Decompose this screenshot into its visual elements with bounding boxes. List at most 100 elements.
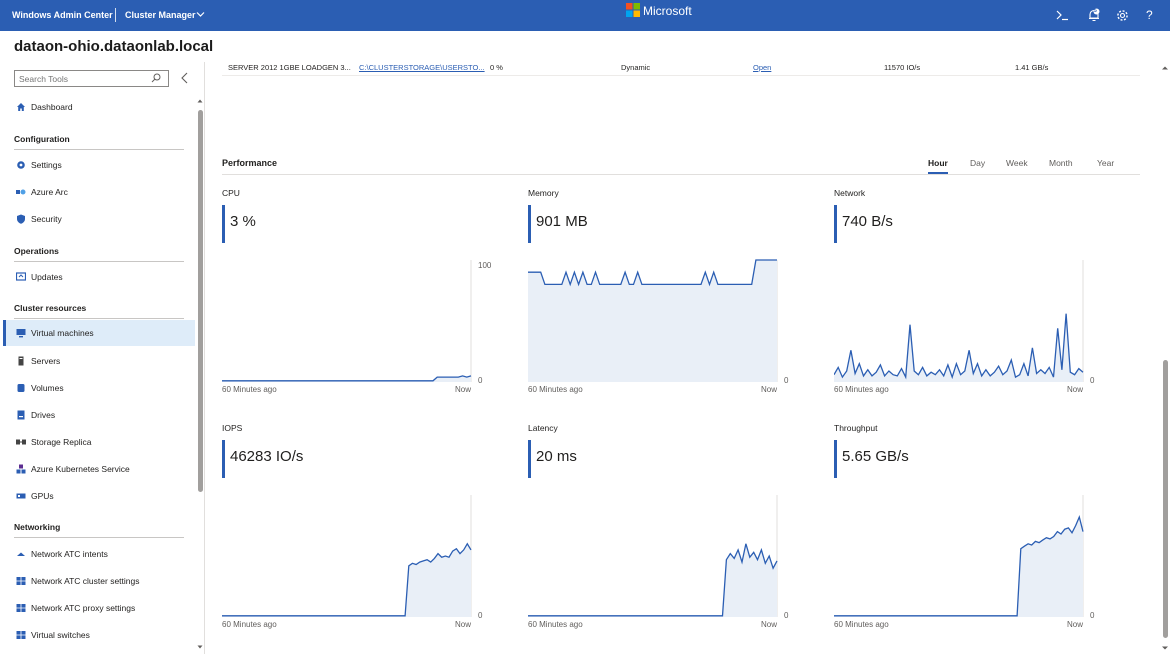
scroll-up-icon[interactable] (197, 98, 203, 104)
vm-path-link[interactable]: C:\CLUSTERSTORAGE\USERSTO... (359, 63, 485, 72)
throughput-chart: 0 (834, 495, 1095, 620)
network-y-min: 0 (1090, 376, 1095, 385)
iops-tile: IOPS 46283 IO/s 0 60 Minutes ago Now (222, 423, 492, 638)
sidebar-item-label: Dashboard (31, 102, 73, 112)
vm-percent-cell: 0 % (490, 63, 503, 72)
server-icon (18, 356, 24, 366)
sidebar-item-gpus[interactable]: GPUs (3, 483, 195, 509)
shield-icon (17, 214, 25, 224)
sidebar-item-label: Network ATC intents (31, 549, 108, 559)
network-intent-icon (17, 552, 25, 556)
sidebar-item-servers[interactable]: Servers (3, 348, 195, 374)
latency-y-min: 0 (784, 611, 789, 620)
sidebar: Dashboard Configuration Settings Azure A… (0, 62, 205, 654)
chevron-down-icon[interactable] (196, 11, 205, 18)
context-switcher[interactable]: Cluster Manager (125, 10, 196, 20)
page-title: dataon-ohio.dataonlab.local (14, 38, 214, 55)
sidebar-item-label: Storage Replica (31, 437, 92, 447)
sidebar-item-network-atc-intents[interactable]: Network ATC intents (3, 541, 195, 567)
collapse-sidebar-icon[interactable] (180, 72, 190, 84)
search-box[interactable] (14, 70, 169, 87)
virtual-machine-icon (16, 329, 26, 338)
powershell-icon[interactable] (1056, 9, 1069, 21)
latency-chart: 0 (528, 495, 789, 620)
iops-y-min: 0 (478, 611, 483, 620)
app-title[interactable]: Windows Admin Center (12, 10, 113, 20)
section-header-configuration: Configuration (14, 134, 184, 150)
series-line (834, 313, 1084, 380)
x-axis-start-label: 60 Minutes ago (222, 385, 277, 394)
title-separator (115, 8, 116, 22)
memory-y-min: 0 (784, 376, 789, 385)
sidebar-item-label: GPUs (31, 491, 54, 501)
sidebar-item-virtual-switches[interactable]: Virtual switches (3, 622, 195, 648)
scroll-down-icon[interactable] (1161, 645, 1169, 651)
x-axis-end-label: Now (761, 385, 778, 394)
sidebar-item-drives[interactable]: Drives (3, 402, 195, 428)
home-icon (17, 103, 25, 111)
sidebar-item-dashboard[interactable]: Dashboard (3, 94, 195, 120)
sidebar-item-label: Drives (31, 410, 56, 420)
gear-icon[interactable] (1116, 9, 1129, 22)
x-axis-start-label: 60 Minutes ago (528, 620, 583, 629)
sidebar-item-volumes[interactable]: Volumes (3, 375, 195, 401)
network-chart: 0 (834, 260, 1095, 385)
x-axis-start-label: 60 Minutes ago (834, 385, 889, 394)
updates-icon (16, 272, 26, 281)
tab-day[interactable]: Day (970, 158, 985, 168)
x-axis-end-label: Now (761, 620, 778, 629)
sidebar-item-label: Network ATC proxy settings (31, 603, 136, 613)
x-axis-end-label: Now (1067, 620, 1084, 629)
series-line (222, 375, 472, 382)
sidebar-item-storage-replica[interactable]: Storage Replica (3, 429, 195, 455)
sidebar-item-label: Servers (31, 356, 61, 366)
x-axis-end-label: Now (455, 385, 472, 394)
latency-tile: Latency 20 ms 0 60 Minutes ago Now (528, 423, 798, 638)
sidebar-item-label: Updates (31, 272, 63, 282)
memory-tile: Memory 901 MB 0 60 Minutes ago Now (528, 188, 798, 403)
performance-title: Performance (222, 158, 278, 168)
sidebar-scroll-thumb[interactable] (198, 110, 203, 492)
help-icon[interactable]: ? (1146, 8, 1153, 22)
series-area (528, 260, 777, 382)
gpu-icon (16, 493, 26, 499)
sidebar-item-azure-arc[interactable]: Azure Arc (3, 179, 195, 205)
microsoft-logo (626, 3, 640, 17)
kubernetes-icon (16, 464, 26, 474)
scroll-up-icon[interactable] (1161, 65, 1169, 71)
tab-week[interactable]: Week (1006, 158, 1028, 168)
table-row[interactable]: SERVER 2012 1GBE LOADGEN 3... C:\CLUSTER… (222, 62, 1140, 76)
section-header-networking: Networking (14, 522, 184, 538)
x-axis-end-label: Now (1067, 385, 1084, 394)
sidebar-item-updates[interactable]: Updates (3, 264, 195, 290)
sidebar-item-settings[interactable]: Settings (3, 152, 195, 178)
tab-hour[interactable]: Hour (928, 158, 948, 174)
x-axis-start-label: 60 Minutes ago (834, 620, 889, 629)
x-axis-start-label: 60 Minutes ago (528, 385, 583, 394)
sidebar-item-security[interactable]: Security (3, 206, 195, 232)
vm-open-link[interactable]: Open (753, 63, 771, 72)
sidebar-item-virtual-machines[interactable]: Virtual machines (3, 320, 195, 346)
sidebar-item-label: Volumes (31, 383, 64, 393)
azure-arc-icon (16, 189, 26, 195)
sidebar-item-network-atc-proxy-settings[interactable]: Network ATC proxy settings (3, 595, 195, 621)
x-axis-end-label: Now (455, 620, 472, 629)
volume-icon (17, 384, 25, 392)
main-content: SERVER 2012 1GBE LOADGEN 3... C:\CLUSTER… (206, 62, 1170, 654)
scroll-down-icon[interactable] (197, 644, 203, 650)
search-input[interactable] (15, 71, 140, 86)
tab-year[interactable]: Year (1097, 158, 1114, 168)
tab-month[interactable]: Month (1049, 158, 1073, 168)
series-area (834, 517, 1083, 617)
vm-iops-cell: 11570 IO/s (884, 63, 921, 72)
search-icon[interactable] (151, 73, 161, 83)
top-bar: Windows Admin Center Cluster Manager Mic… (0, 0, 1170, 31)
cpu-y-max: 100 (478, 261, 492, 270)
sidebar-item-network-atc-cluster-settings[interactable]: Network ATC cluster settings (3, 568, 195, 594)
sidebar-item-azure-kubernetes-service[interactable]: Azure Kubernetes Service (3, 456, 195, 482)
cpu-tile: CPU 3 % 100 0 60 Minutes ago Now (222, 188, 492, 403)
main-scroll-thumb[interactable] (1163, 360, 1168, 638)
section-header-cluster-resources: Cluster resources (14, 303, 184, 319)
sidebar-item-label: Virtual switches (31, 630, 90, 640)
sidebar-item-label: Settings (31, 160, 62, 170)
